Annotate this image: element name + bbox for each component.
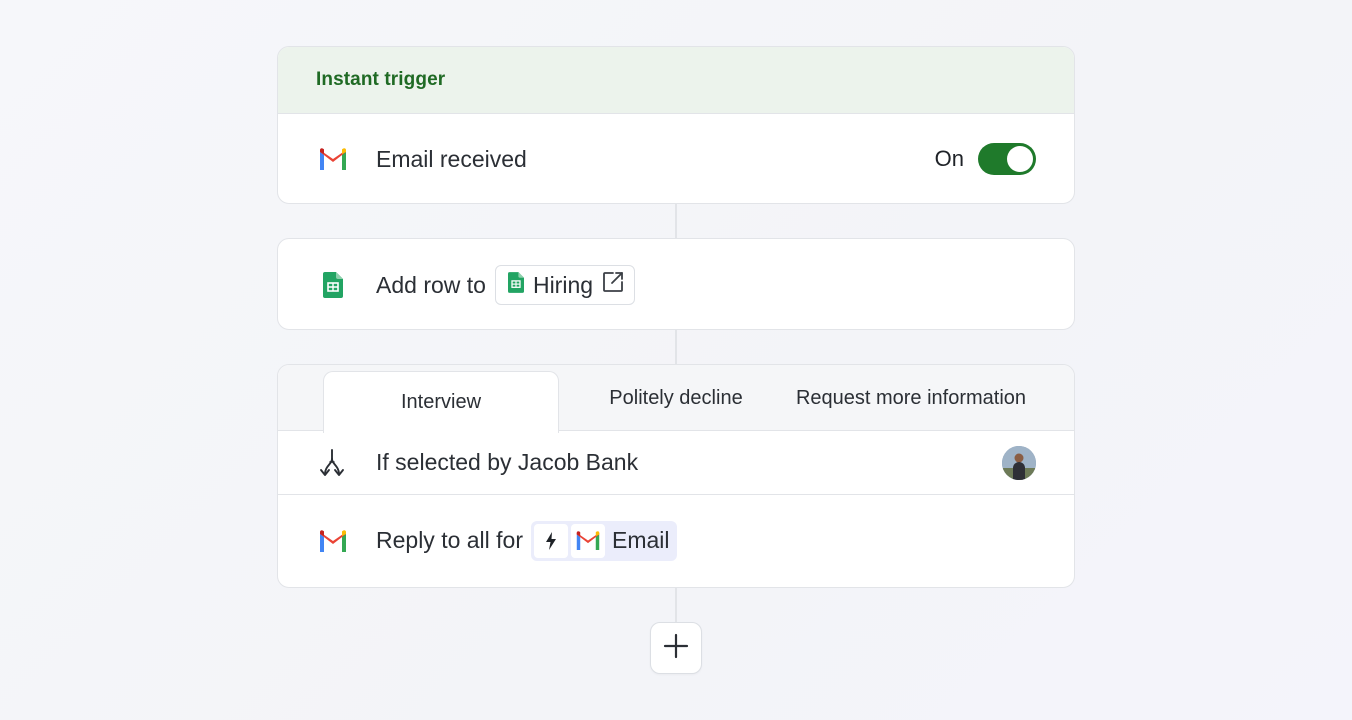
gmail-icon [278, 148, 376, 170]
branch-tabs: Interview Politely decline Request more … [278, 365, 1074, 433]
reply-row[interactable]: Reply to all for Email [278, 495, 1074, 586]
trigger-row[interactable]: Email received On [278, 114, 1074, 203]
external-link-icon[interactable] [602, 271, 624, 299]
email-variable-label: Email [612, 527, 670, 553]
add-step-button[interactable] [650, 622, 702, 674]
gmail-icon [278, 529, 376, 552]
connector-line [675, 588, 677, 622]
branch-step-card[interactable]: Interview Politely decline Request more … [277, 364, 1075, 588]
sheets-row[interactable]: Add row to Hiring [278, 239, 1074, 329]
tab-interview[interactable]: Interview [323, 371, 559, 433]
workflow-canvas: Instant trigger Email received On Add ro… [0, 0, 1352, 720]
trigger-card[interactable]: Instant trigger Email received On [277, 46, 1075, 204]
trigger-header: Instant trigger [278, 47, 1074, 114]
bolt-icon [534, 523, 569, 558]
google-sheets-icon [507, 271, 524, 299]
tab-request-more-information[interactable]: Request more information [784, 365, 1038, 431]
branch-icon [278, 448, 376, 478]
hiring-chip-label: Hiring [532, 271, 594, 298]
trigger-label: Email received [376, 145, 527, 172]
condition-label: If selected by Jacob Bank [376, 449, 639, 475]
trigger-toggle[interactable] [978, 143, 1036, 175]
hiring-sheet-chip[interactable]: Hiring [494, 265, 636, 305]
toggle-label: On [934, 146, 964, 171]
trigger-toggle-group: On [934, 114, 1036, 203]
google-sheets-icon [278, 272, 376, 298]
reply-label: Reply to all for [376, 527, 524, 553]
connector-line [675, 204, 677, 238]
plus-icon [663, 633, 689, 664]
tab-politely-decline[interactable]: Politely decline [578, 365, 774, 431]
sheets-step-card[interactable]: Add row to Hiring [277, 238, 1075, 330]
user-avatar [1002, 446, 1036, 480]
connector-line [675, 330, 677, 364]
toggle-knob [1007, 146, 1033, 172]
sheets-step-label: Add row to [376, 271, 486, 298]
condition-row[interactable]: If selected by Jacob Bank [278, 431, 1074, 495]
email-variable-chip[interactable]: Email [531, 520, 677, 561]
gmail-icon [571, 523, 606, 558]
